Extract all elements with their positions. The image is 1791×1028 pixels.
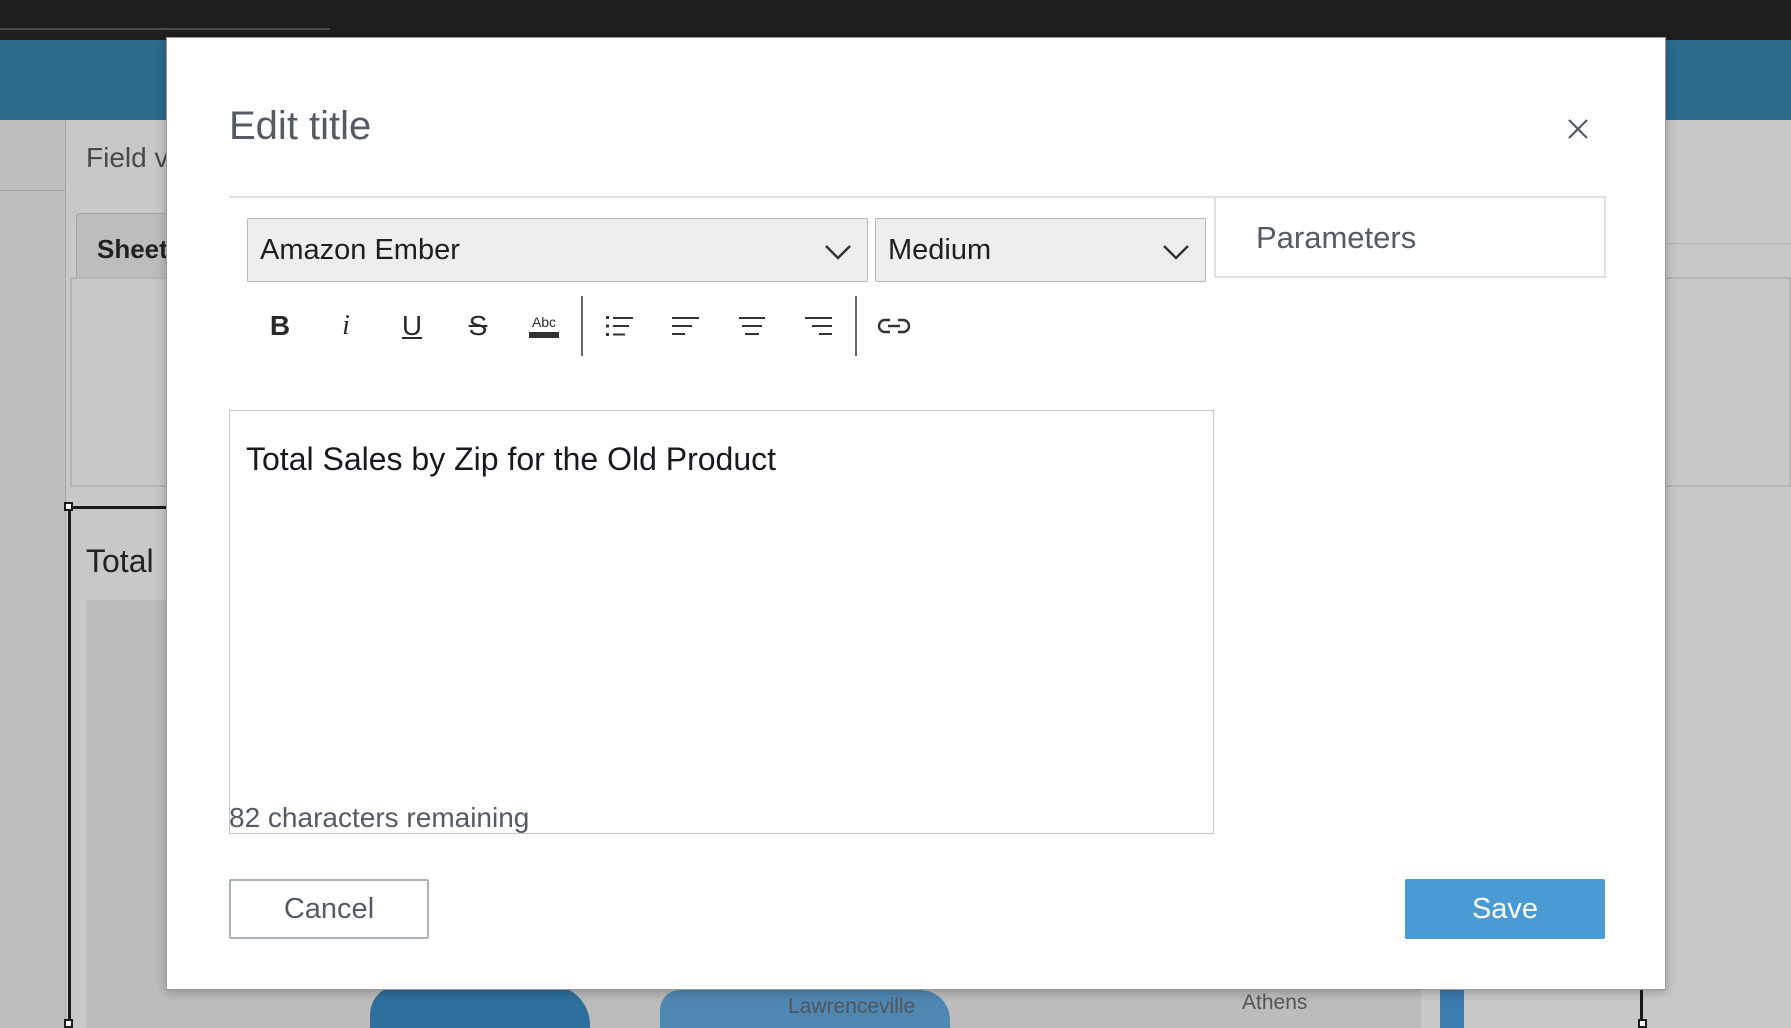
save-button[interactable]: Save [1405, 879, 1605, 939]
strikethrough-button[interactable]: S [445, 297, 511, 355]
bulleted-list-icon [606, 316, 633, 336]
toolbar-divider [581, 296, 583, 356]
top-bar-divider [0, 28, 330, 30]
right-strip [1665, 120, 1791, 487]
italic-icon: i [342, 310, 350, 341]
link-button[interactable] [861, 297, 927, 355]
chevron-down-icon [1163, 245, 1189, 260]
map-region [1440, 985, 1464, 1028]
editor-text: Total Sales by Zip for the Old Product [246, 441, 777, 477]
text-color-button[interactable]: Abc [511, 297, 577, 355]
bold-icon: B [269, 310, 291, 341]
bulleted-list-button[interactable] [587, 297, 653, 355]
underline-button[interactable]: U [379, 297, 445, 355]
edit-title-dialog: Edit title Amazon Ember Medium B i U S A… [166, 37, 1666, 990]
chevron-down-icon [825, 245, 851, 260]
map-city-label: Lawrenceville [788, 995, 916, 1018]
font-family-value: Amazon Ember [260, 233, 460, 266]
close-icon [1568, 119, 1588, 139]
align-center-icon [739, 317, 765, 335]
resize-handle[interactable] [64, 502, 73, 511]
formatting-toolbar: B i U S Abc [247, 294, 1207, 358]
align-right-icon [805, 317, 832, 335]
visual-title: Total [86, 543, 154, 579]
italic-button[interactable]: i [313, 297, 379, 355]
strikethrough-icon: S [468, 310, 488, 341]
font-family-select[interactable]: Amazon Ember [247, 218, 868, 282]
align-left-icon [672, 317, 699, 335]
app-top-bar [0, 0, 1791, 40]
characters-remaining: 82 characters remaining [229, 802, 530, 833]
align-right-button[interactable] [785, 297, 851, 355]
bold-button[interactable]: B [247, 297, 313, 355]
map-city-label: Athens [1242, 991, 1308, 1014]
text-color-icon: Abc [529, 314, 559, 338]
align-center-button[interactable] [719, 297, 785, 355]
close-button[interactable] [1555, 106, 1601, 152]
dialog-title: Edit title [229, 104, 372, 148]
map-region [370, 985, 590, 1028]
font-size-value: Medium [888, 233, 992, 266]
parameters-label: Parameters [1256, 220, 1417, 255]
text-color-glyph: Abc [531, 314, 557, 330]
field-wells-label[interactable]: Field v [86, 142, 168, 174]
font-size-select[interactable]: Medium [875, 218, 1206, 282]
toolbar-divider [855, 296, 857, 356]
parameters-panel[interactable]: Parameters [1214, 196, 1606, 278]
left-column [0, 120, 66, 1028]
right-strip-divider [1665, 243, 1791, 244]
resize-handle[interactable] [1638, 1019, 1647, 1028]
resize-handle[interactable] [64, 1019, 73, 1028]
title-text-editor[interactable]: Total Sales by Zip for the Old Product [229, 410, 1214, 834]
cancel-button[interactable]: Cancel [229, 879, 429, 939]
underline-icon: U [401, 310, 423, 341]
text-color-swatch [529, 332, 559, 338]
editor-area: Amazon Ember Medium B i U S Abc Total Sa… [229, 198, 1214, 834]
align-left-button[interactable] [653, 297, 719, 355]
left-column-divider [0, 190, 66, 191]
link-icon [877, 318, 911, 334]
